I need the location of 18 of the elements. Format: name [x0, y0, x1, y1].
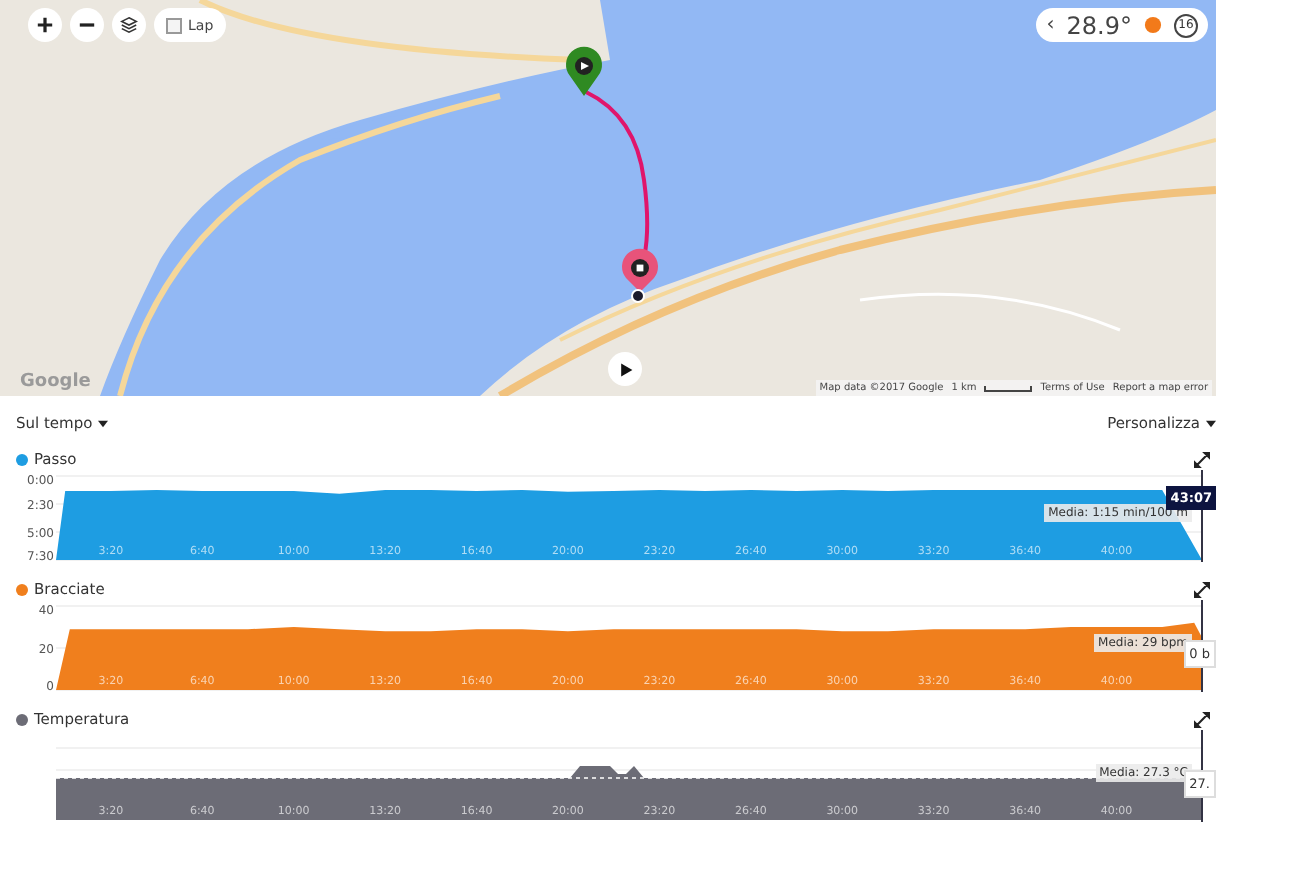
position-marker-icon	[631, 289, 645, 303]
scale-bar	[984, 385, 1033, 391]
expand-icon[interactable]	[1194, 581, 1210, 597]
sun-icon	[1144, 16, 1162, 34]
cursor-line	[1201, 600, 1203, 692]
layers-icon	[120, 16, 138, 34]
temperature-label: 28.9°	[1066, 11, 1132, 39]
caret-icon	[1206, 419, 1216, 427]
caret-icon	[98, 419, 109, 427]
zoom-in-icon	[36, 16, 54, 34]
play-icon	[617, 361, 633, 377]
expand-icon[interactable]	[1194, 711, 1210, 727]
expand-icon[interactable]	[1194, 451, 1210, 467]
start-marker-icon[interactable]	[566, 46, 602, 96]
end-marker-icon[interactable]	[622, 248, 658, 292]
back-arrow[interactable]: ‹	[1046, 14, 1055, 36]
map-logo: Google	[20, 372, 91, 392]
cursor-line	[1201, 730, 1203, 822]
